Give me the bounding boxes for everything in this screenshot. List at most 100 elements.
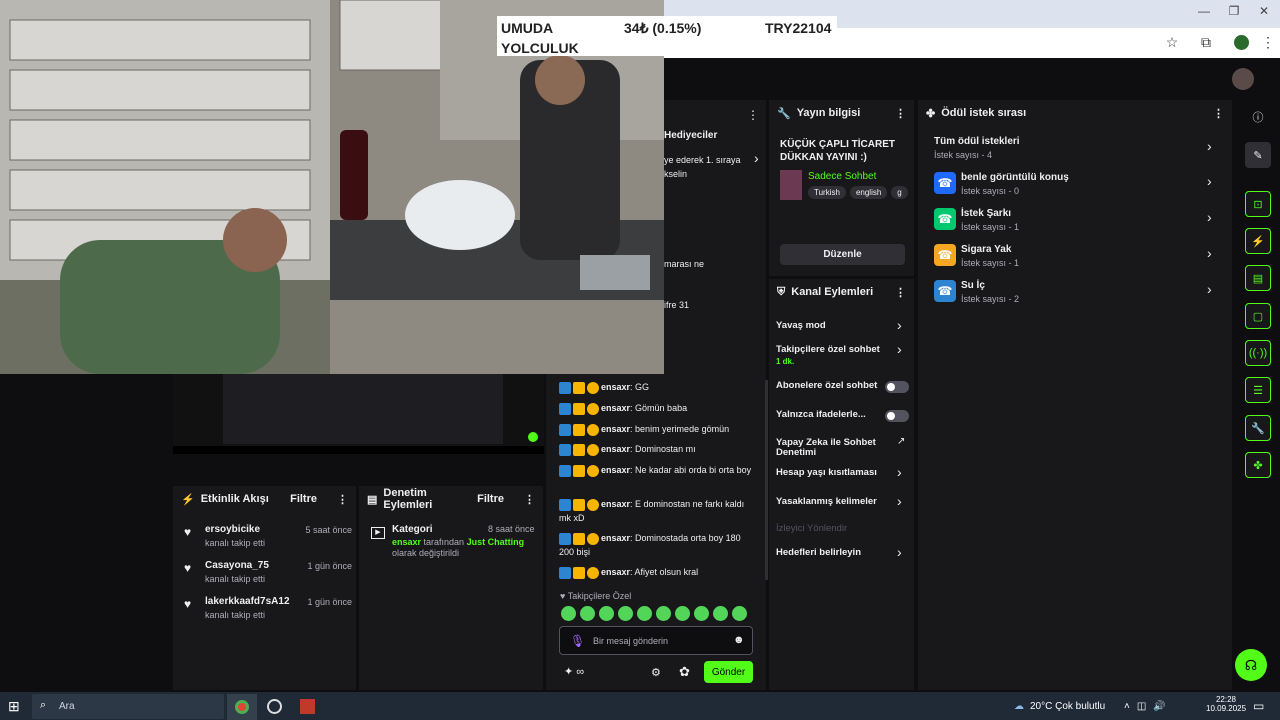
extensions-icon[interactable]: ⧉ (1196, 34, 1216, 52)
chat-username[interactable]: ensaxr (601, 499, 630, 509)
app-taskbar-icon[interactable] (300, 699, 315, 714)
stream-preview[interactable] (173, 374, 544, 454)
channel-action-row[interactable]: Yalnızca ifadelerle... (769, 408, 914, 432)
moderation-filter-button[interactable]: Filtre (477, 493, 504, 505)
taskbar-search[interactable]: ⌕ Ara (32, 694, 224, 719)
chat-username[interactable]: ensaxr (601, 567, 630, 577)
activity-menu-icon[interactable]: ⋮ (337, 493, 348, 506)
document-icon[interactable]: ▤ (1245, 265, 1271, 291)
toggle-switch[interactable] (885, 410, 909, 422)
channel-action-row[interactable]: Abonelere özel sohbet (769, 379, 914, 403)
chat-username[interactable]: ensaxr (601, 444, 630, 454)
panel-menu-icon[interactable]: ⋮ (747, 108, 759, 122)
bot-icon[interactable]: ✿ (679, 664, 690, 680)
emote-icon[interactable] (599, 606, 614, 621)
restore-button[interactable]: ❐ (1224, 4, 1244, 22)
chat-bubble-icon[interactable]: ▢ (1245, 303, 1271, 329)
notifications-icon[interactable]: ▭ (1253, 692, 1264, 720)
gifters-chevron-icon[interactable]: › (754, 150, 759, 166)
help-headset-icon[interactable]: ☊ (1235, 649, 1267, 681)
emote-icon[interactable] (732, 606, 747, 621)
chevron-right-icon: › (897, 317, 902, 333)
focus-icon[interactable]: ⊡ (1245, 191, 1271, 217)
system-tray[interactable]: ˄ ◫ 🔊 (1124, 692, 1166, 720)
weather-widget[interactable]: ☁ 20°C Çok bulutlu (1014, 692, 1105, 720)
heart-icon: ♥ (184, 597, 192, 611)
emote-icon[interactable] (618, 606, 633, 621)
chat-username[interactable]: ensaxr (601, 403, 630, 413)
stream-category[interactable]: Sadece Sohbet (808, 171, 876, 182)
reward-row[interactable]: ☎ benle görüntülü konuş İstek sayısı - 0 › (918, 167, 1232, 199)
activity-item[interactable]: ♥ Casayona_75 kanalı takip etti 1 gün önce (173, 556, 356, 590)
obs-taskbar-icon[interactable] (267, 699, 282, 714)
channel-action-row[interactable]: Yapay Zeka ile Sohbet Denetimi ↗ (769, 436, 914, 460)
volume-icon[interactable]: 🔊 (1153, 701, 1165, 712)
emote-icon[interactable] (637, 606, 652, 621)
close-button[interactable]: ✕ (1254, 4, 1274, 22)
lightning-icon[interactable]: ⚡ (1245, 228, 1271, 254)
gift-icon[interactable]: ✤ (1245, 452, 1271, 478)
bookmark-star-icon[interactable]: ☆ (1162, 34, 1182, 52)
emote-icon[interactable] (675, 606, 690, 621)
minimize-button[interactable]: — (1194, 4, 1214, 22)
stream-tag[interactable]: Turkish (808, 186, 846, 199)
emote-icon[interactable] (580, 606, 595, 621)
reward-row[interactable]: ☎ Su İç İstek sayısı - 2 › (918, 275, 1232, 307)
emote-icon[interactable] (656, 606, 671, 621)
channel-action-row[interactable]: Hesap yaşı kısıtlaması › (769, 464, 914, 490)
toggle-switch[interactable] (885, 381, 909, 393)
channel-action-row[interactable]: Yavaş mod › (769, 317, 914, 343)
reward-row[interactable]: ☎ Sigara Yak İstek sayısı - 1 › (918, 239, 1232, 271)
chat-input[interactable]: 🎙 Bir mesaj gönderin ☻ (559, 626, 753, 655)
heart-icon: ♥ (184, 525, 192, 539)
activity-item[interactable]: ♥ ersoybicike kanalı takip etti 5 saat önce (173, 520, 356, 554)
external-link-icon[interactable]: ↗ (897, 436, 905, 447)
reward-queue-menu-icon[interactable]: ⋮ (1213, 107, 1224, 120)
chrome-taskbar-icon[interactable] (227, 694, 257, 720)
activity-item[interactable]: ♥ lakerkkaafd7sA12 kanalı takip etti 1 gün … (173, 592, 356, 626)
emote-icon[interactable] (713, 606, 728, 621)
browser-menu-icon[interactable]: ⋮ (1258, 34, 1278, 52)
channel-actions-header: ⛨ Kanal Eylemleri ⋮ (769, 279, 914, 305)
stream-info-menu-icon[interactable]: ⋮ (895, 107, 906, 120)
channel-action-row[interactable]: Yasaklanmış kelimeler › (769, 493, 914, 519)
network-icon[interactable]: ◫ (1137, 701, 1146, 712)
channel-action-row[interactable]: Takipçilere özel sohbet 1 dk. › (769, 341, 914, 367)
emote-icon[interactable] (694, 606, 709, 621)
stream-tag[interactable]: g (891, 186, 908, 199)
emoji-icon[interactable]: ☻ (733, 634, 745, 646)
moderator-badge-icon (559, 402, 571, 415)
chat-username[interactable]: ensaxr (601, 382, 630, 392)
user-avatar[interactable] (1232, 68, 1254, 90)
chat-settings-icon[interactable]: ⚙ (651, 666, 661, 679)
weather-text: 20°C Çok bulutlu (1030, 700, 1106, 712)
channel-actions-menu-icon[interactable]: ⋮ (895, 286, 906, 299)
moderation-menu-icon[interactable]: ⋮ (524, 493, 535, 506)
send-button[interactable]: Gönder (704, 661, 753, 683)
shield-icon: ⛨ (777, 285, 786, 298)
activity-filter-button[interactable]: Filtre (290, 493, 317, 505)
info-icon[interactable]: ⓘ (1245, 104, 1271, 130)
broadcast-icon[interactable]: ((·)) (1245, 340, 1271, 366)
channel-action-row[interactable]: Hedefleri belirleyin › (769, 544, 914, 570)
chat-username[interactable]: ensaxr (601, 424, 630, 434)
clock[interactable]: 22:28 10.09.2025 (1206, 695, 1246, 713)
emote-icon[interactable] (561, 606, 576, 621)
chat-username[interactable]: ensaxr (601, 465, 630, 475)
wrench-icon[interactable]: 🔧 (1245, 415, 1271, 441)
profile-avatar-icon[interactable] (1234, 35, 1249, 50)
microphone-icon[interactable]: 🎙 (570, 634, 585, 648)
server-icon[interactable]: ☰ (1245, 377, 1271, 403)
pencil-icon[interactable]: ✎ (1245, 142, 1271, 168)
chevron-up-icon[interactable]: ˄ (1124, 701, 1130, 712)
all-rewards-row[interactable]: Tüm ödül istekleri İstek sayısı - 4 › (918, 130, 1232, 160)
chat-username[interactable]: ensaxr (601, 533, 630, 543)
windows-start-icon[interactable]: ⊞ (8, 692, 20, 720)
activity-feed-header: ⚡ Etkinlik Akışı Filtre ⋮ (173, 486, 356, 512)
reward-row[interactable]: ☎ İstek Şarkı İstek sayısı - 1 › (918, 203, 1232, 235)
stream-tag[interactable]: english (849, 186, 888, 199)
reward-count: İstek sayısı - 2 (961, 294, 1020, 304)
edit-stream-button[interactable]: Düzenle (780, 244, 905, 265)
chat-scrollbar[interactable] (765, 380, 768, 580)
channel-points[interactable]: ✦ ∞ (564, 665, 584, 678)
